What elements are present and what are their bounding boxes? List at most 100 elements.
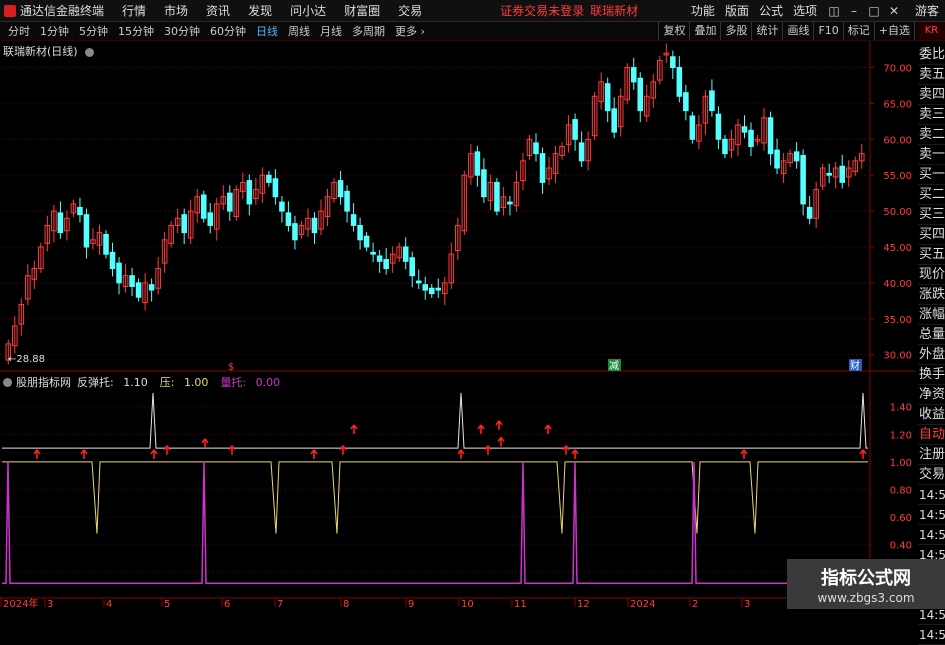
x-axis-label: 12 bbox=[577, 599, 590, 609]
candle bbox=[722, 135, 728, 158]
side-item-9[interactable]: 买四 bbox=[918, 225, 945, 245]
side-item-11[interactable]: 现价 bbox=[918, 265, 945, 285]
candle bbox=[155, 257, 161, 295]
maximize-icon[interactable]: □ bbox=[867, 4, 881, 18]
side-item-14[interactable]: 总量 bbox=[918, 325, 945, 345]
menu-layout[interactable]: 版面 bbox=[725, 2, 749, 19]
side-item-5[interactable]: 卖一 bbox=[918, 145, 945, 165]
menu-news[interactable]: 资讯 bbox=[206, 2, 230, 19]
menu-trade[interactable]: 交易 bbox=[398, 2, 422, 19]
minimize-icon[interactable]: – bbox=[847, 4, 861, 18]
period-tab-timeshare[interactable]: 分时 bbox=[6, 23, 32, 39]
menu-quotes[interactable]: 行情 bbox=[122, 2, 146, 19]
side-bottom-2[interactable]: 交易 bbox=[918, 465, 945, 485]
side-item-10[interactable]: 买五 bbox=[918, 245, 945, 265]
candle-body bbox=[135, 282, 142, 298]
period-tab-weekly[interactable]: 周线 bbox=[286, 23, 312, 39]
candle bbox=[246, 174, 253, 216]
mark-button[interactable]: 标记 bbox=[842, 22, 874, 40]
candle-body bbox=[200, 194, 207, 219]
period-tab-more[interactable]: 更多 › bbox=[393, 23, 427, 39]
buy-arrow bbox=[571, 449, 579, 459]
period-tab-60min[interactable]: 60分钟 bbox=[208, 23, 248, 39]
candle bbox=[428, 283, 435, 298]
candle bbox=[624, 63, 630, 105]
side-item-1[interactable]: 卖五 bbox=[918, 65, 945, 85]
period-tab-15min[interactable]: 15分钟 bbox=[116, 23, 156, 39]
side-item-18[interactable]: 收益 bbox=[918, 405, 945, 425]
statistics-button[interactable]: 统计 bbox=[751, 22, 782, 40]
candle-body bbox=[129, 275, 135, 287]
side-item-0[interactable]: 委比 bbox=[918, 45, 945, 65]
period-tab-multi[interactable]: 多周期 bbox=[350, 23, 387, 39]
side-item-7[interactable]: 买二 bbox=[918, 185, 945, 205]
rebound-line bbox=[2, 392, 868, 449]
buy-arrow bbox=[457, 449, 465, 459]
chart-settings-icon[interactable] bbox=[85, 47, 95, 57]
restore-rights-button[interactable]: 复权 bbox=[658, 22, 689, 40]
kline-chart[interactable]: 70.00 65.00 60.00 55.00 50.00 45.00 40.00 35.00… bbox=[0, 41, 915, 609]
period-tab-monthly[interactable]: 月线 bbox=[318, 23, 344, 39]
period-tab-30min[interactable]: 30分钟 bbox=[162, 23, 202, 39]
press-line bbox=[2, 461, 868, 534]
volume-label: 量托: 0.00 bbox=[220, 376, 281, 389]
candle bbox=[233, 185, 240, 221]
side-bottom-1[interactable]: 注册 bbox=[918, 445, 945, 465]
menu-market[interactable]: 市场 bbox=[164, 2, 188, 19]
side-item-15[interactable]: 外盘 bbox=[918, 345, 945, 365]
menu-function[interactable]: 功能 bbox=[691, 2, 715, 19]
candle-body bbox=[266, 174, 272, 183]
menu-formula[interactable]: 公式 bbox=[759, 2, 783, 19]
price-tick-label: 70.00 bbox=[883, 64, 912, 75]
candle-body bbox=[279, 201, 285, 212]
candle bbox=[832, 161, 839, 189]
overlay-button[interactable]: 叠加 bbox=[689, 22, 720, 40]
indicator-settings-icon[interactable] bbox=[3, 377, 12, 387]
candle-body bbox=[370, 251, 376, 255]
side-item-17[interactable]: 净资 bbox=[918, 385, 945, 405]
close-icon[interactable]: ✕ bbox=[887, 4, 901, 18]
candle bbox=[370, 242, 376, 263]
candle bbox=[181, 208, 187, 245]
period-tab-5min[interactable]: 5分钟 bbox=[77, 23, 110, 39]
side-item-4[interactable]: 卖二 bbox=[918, 125, 945, 145]
draw-line-button[interactable]: 画线 bbox=[782, 22, 813, 40]
multi-stock-button[interactable]: 多股 bbox=[720, 22, 751, 40]
candle bbox=[213, 197, 220, 241]
login-notice[interactable]: 证券交易未登录 bbox=[500, 2, 584, 19]
candle bbox=[409, 251, 415, 288]
high-price-label: ←72.37 bbox=[666, 41, 703, 44]
side-bottom-0[interactable]: 自动 bbox=[918, 425, 945, 445]
kr-badge[interactable]: KR bbox=[918, 22, 945, 40]
skin-icon[interactable]: ◫ bbox=[827, 4, 841, 18]
menu-ask-xiaoda[interactable]: 问小达 bbox=[290, 2, 326, 19]
side-item-3[interactable]: 卖三 bbox=[918, 105, 945, 125]
buy-arrow bbox=[740, 449, 748, 459]
candle bbox=[735, 118, 741, 157]
candle-body bbox=[741, 126, 748, 133]
candle bbox=[266, 170, 272, 187]
candle bbox=[591, 91, 598, 141]
period-tab-daily[interactable]: 日线 bbox=[254, 23, 280, 39]
side-item-16[interactable]: 换手 bbox=[918, 365, 945, 385]
buy-arrow bbox=[495, 420, 503, 430]
side-item-13[interactable]: 涨幅 bbox=[918, 305, 945, 325]
candle bbox=[487, 174, 494, 211]
menu-options[interactable]: 选项 bbox=[793, 2, 817, 19]
guest-user[interactable]: 游客 bbox=[915, 2, 939, 19]
period-tab-1min[interactable]: 1分钟 bbox=[38, 23, 71, 39]
indicator-name[interactable]: 股朋指标网 bbox=[16, 374, 71, 390]
side-item-2[interactable]: 卖四 bbox=[918, 85, 945, 105]
side-item-8[interactable]: 买三 bbox=[918, 205, 945, 225]
candle bbox=[129, 267, 135, 297]
f10-button[interactable]: F10 bbox=[813, 22, 842, 40]
side-item-12[interactable]: 涨跌 bbox=[918, 285, 945, 305]
candle bbox=[526, 135, 533, 160]
add-watchlist-button[interactable]: +自选 bbox=[873, 22, 914, 40]
candle bbox=[31, 260, 38, 289]
menu-discover[interactable]: 发现 bbox=[248, 2, 272, 19]
candle-body bbox=[481, 169, 487, 198]
menu-bar: 通达信金融终端 行情 市场 资讯 发现 问小达 财富圈 交易 证券交易未登录 联… bbox=[0, 0, 945, 22]
side-item-6[interactable]: 买一 bbox=[918, 165, 945, 185]
menu-wealth-circle[interactable]: 财富圈 bbox=[344, 2, 380, 19]
